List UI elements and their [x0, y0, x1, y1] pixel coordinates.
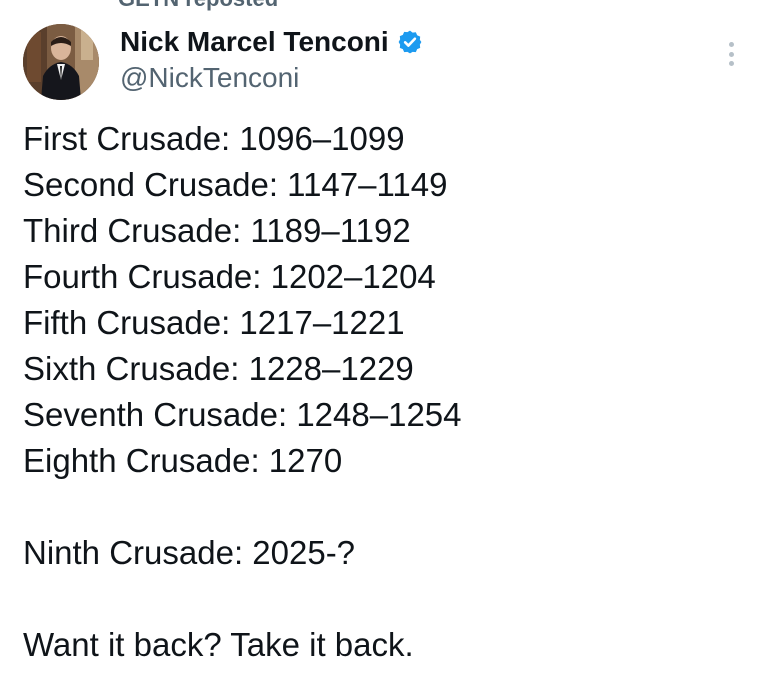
tweet-line: First Crusade: 1096–1099 [23, 120, 405, 157]
more-vertical-icon [728, 42, 734, 47]
author-name[interactable]: Nick Marcel Tenconi [120, 24, 423, 60]
tweet-line: Third Crusade: 1189–1192 [23, 212, 411, 249]
tweet-line: Seventh Crusade: 1248–1254 [23, 396, 462, 433]
author-handle[interactable]: @NickTenconi [120, 61, 299, 95]
line-break [23, 484, 743, 530]
tweet-line: Fourth Crusade: 1202–1204 [23, 258, 436, 295]
tweet-text: First Crusade: 1096–1099 Second Crusade:… [23, 116, 743, 668]
tweet-line: Sixth Crusade: 1228–1229 [23, 350, 414, 387]
author-avatar[interactable] [23, 24, 99, 100]
verified-badge-icon[interactable] [397, 29, 423, 55]
tweet-line-ninth: Ninth Crusade: 2025-? [23, 534, 356, 571]
more-options-button[interactable] [716, 38, 746, 70]
tweet-line: Fifth Crusade: 1217–1221 [23, 304, 405, 341]
author-name-text[interactable]: Nick Marcel Tenconi [120, 24, 389, 60]
tweet-card: GETN reposted Nick Marcel Tenconi @NickT… [0, 0, 768, 679]
tweet-line: Eighth Crusade: 1270 [23, 442, 343, 479]
line-break [23, 576, 743, 622]
avatar-photo-icon [23, 24, 99, 100]
repost-label[interactable]: GETN reposted [118, 0, 278, 12]
tweet-line-closing: Want it back? Take it back. [23, 626, 414, 663]
tweet-line: Second Crusade: 1147–1149 [23, 166, 448, 203]
